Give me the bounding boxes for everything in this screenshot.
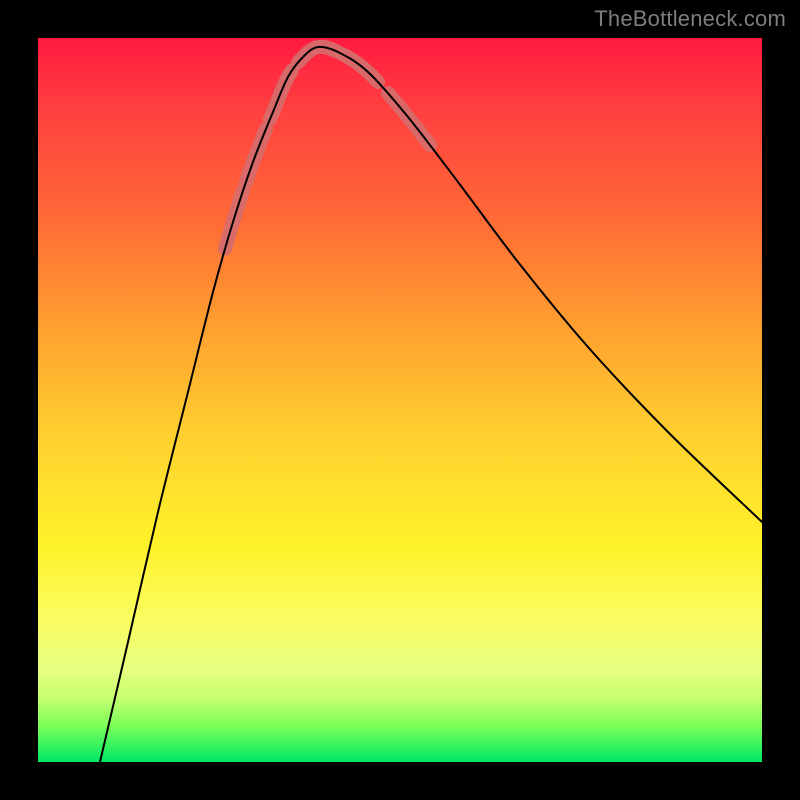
watermark-text: TheBottleneck.com: [594, 6, 786, 32]
chart-frame: TheBottleneck.com: [0, 0, 800, 800]
chart-svg: [38, 38, 762, 762]
highlight-bands: [225, 47, 430, 249]
bottleneck-curve-line: [100, 47, 762, 762]
